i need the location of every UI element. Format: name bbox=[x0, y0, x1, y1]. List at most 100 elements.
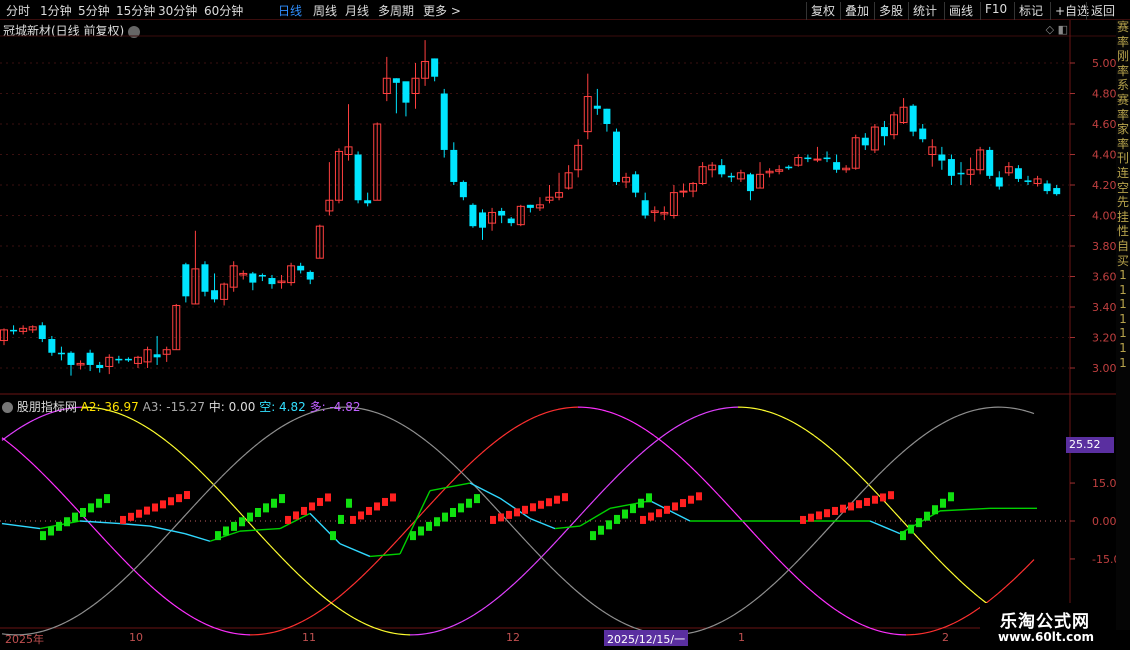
cycle-curve-a bbox=[321, 606, 327, 611]
cycle-curve-c bbox=[417, 434, 423, 439]
green-bar bbox=[231, 521, 237, 531]
cycle-curve-b bbox=[781, 416, 787, 420]
cycle-curve-b bbox=[325, 598, 331, 603]
cycle-curve-c bbox=[1021, 409, 1027, 412]
cycle-curve-b bbox=[613, 474, 619, 480]
cycle-curve-b bbox=[493, 597, 499, 602]
cycle-curve-a bbox=[705, 481, 711, 487]
cycle-curve-b bbox=[441, 628, 447, 631]
cycle-curve-b bbox=[621, 467, 627, 472]
red-bar bbox=[664, 505, 670, 514]
cycle-curve-a bbox=[861, 624, 867, 628]
cycle-curve-a bbox=[93, 527, 99, 533]
cycle-curve-c bbox=[265, 433, 271, 438]
cycle-curve-a bbox=[61, 493, 67, 499]
settings-icon[interactable] bbox=[2, 402, 13, 413]
side-char: 率 bbox=[1116, 63, 1129, 78]
cycle-curve-c bbox=[773, 579, 779, 585]
red-bar bbox=[872, 495, 878, 504]
cycle-curve-c bbox=[557, 573, 563, 579]
green-bar bbox=[255, 507, 261, 517]
cycle-curve-a bbox=[337, 593, 343, 599]
cycle-curve-a bbox=[613, 413, 619, 416]
cycle-curve-b bbox=[485, 603, 491, 608]
cycle-curve-b bbox=[769, 411, 775, 415]
cycle-curve-b bbox=[777, 414, 783, 418]
candle-body-up bbox=[679, 190, 688, 193]
cycle-curve-c bbox=[485, 497, 491, 503]
red-bar bbox=[808, 513, 814, 522]
watermark-url: www.60lt.com bbox=[998, 630, 1095, 644]
cycle-curve-a bbox=[125, 561, 131, 567]
cycle-curve-c bbox=[197, 496, 203, 502]
red-bar bbox=[680, 499, 686, 508]
cycle-curve-c bbox=[949, 416, 955, 420]
red-bar bbox=[832, 506, 838, 515]
cycle-curve-c bbox=[441, 453, 447, 459]
cycle-curve-c bbox=[1009, 407, 1015, 409]
green-bar bbox=[630, 504, 636, 514]
cycle-curve-a bbox=[117, 553, 123, 559]
cycle-curve-a bbox=[525, 418, 531, 422]
cycle-curve-b bbox=[837, 454, 843, 460]
cycle-curve-c bbox=[897, 452, 903, 457]
red-bar bbox=[358, 511, 364, 520]
cycle-curve-a bbox=[629, 420, 635, 424]
cycle-curve-b bbox=[321, 595, 327, 600]
cycle-curve-b bbox=[277, 553, 283, 559]
red-bar bbox=[382, 497, 388, 506]
cycle-curve-a bbox=[673, 451, 679, 456]
cycle-curve-b bbox=[13, 428, 19, 433]
cycle-curve-b bbox=[829, 447, 835, 452]
cycle-curve-c bbox=[825, 526, 831, 532]
cycle-curve-b bbox=[145, 426, 151, 430]
cycle-curve-a bbox=[621, 416, 627, 420]
red-bar bbox=[848, 502, 854, 511]
cycle-curve-c bbox=[225, 468, 231, 473]
cycle-curve-c bbox=[817, 534, 823, 540]
cycle-curve-b bbox=[809, 432, 815, 437]
cycle-curve-b bbox=[353, 617, 359, 621]
cycle-curve-b bbox=[461, 618, 467, 623]
watermark-title: 乐淘公式网 bbox=[1000, 612, 1090, 632]
cycle-curve-a bbox=[697, 473, 703, 479]
cycle-curve-a bbox=[1005, 582, 1011, 588]
cycle-curve-c bbox=[573, 588, 579, 593]
cycle-curve-a bbox=[501, 433, 507, 438]
cycle-curve-b bbox=[345, 612, 351, 617]
candle-body-down bbox=[38, 325, 46, 340]
cycle-curve-a bbox=[357, 575, 363, 581]
right-side-panel[interactable]: 赛率刚率系赛率家率刊连空先挂性自买1111111 bbox=[1116, 20, 1130, 630]
red-bar bbox=[285, 515, 291, 524]
side-char: 1 bbox=[1119, 341, 1127, 356]
cycle-curve-a bbox=[349, 583, 355, 588]
cycle-curve-b bbox=[341, 610, 347, 614]
candle-body-down bbox=[57, 352, 65, 355]
cycle-curve-a bbox=[665, 444, 671, 449]
cycle-curve-a bbox=[297, 621, 303, 625]
date-label: 11 bbox=[302, 631, 316, 644]
cycle-curve-a bbox=[193, 617, 199, 621]
cycle-curve-c bbox=[185, 509, 191, 515]
cycle-curve-c bbox=[445, 457, 451, 462]
cycle-curve-c bbox=[521, 536, 527, 542]
candle-body-down bbox=[67, 352, 75, 365]
cycle-curve-b bbox=[333, 604, 339, 609]
green-bar bbox=[80, 507, 86, 517]
cycle-curve-c bbox=[629, 625, 635, 629]
chart-canvas[interactable]: 5.00 4.80 4.60 4.40 4.20 4.00 3.80 3.60 3.40 3.20… bbox=[0, 0, 1130, 650]
cycle-curve-a bbox=[601, 409, 607, 412]
cycle-curve-b bbox=[393, 632, 399, 635]
cycle-curve-b bbox=[597, 491, 603, 497]
cycle-curve-b bbox=[261, 536, 267, 542]
cycle-curve-c bbox=[765, 587, 771, 592]
osc-line bbox=[1, 522, 41, 530]
red-bar bbox=[824, 509, 830, 518]
red-bar bbox=[309, 502, 315, 511]
red-bar bbox=[562, 493, 568, 502]
cycle-curve-a bbox=[649, 432, 655, 437]
osc-line bbox=[339, 543, 371, 558]
cycle-curve-a bbox=[757, 537, 763, 543]
cycle-curve-b bbox=[761, 409, 767, 412]
cycle-curve-b bbox=[289, 565, 295, 571]
